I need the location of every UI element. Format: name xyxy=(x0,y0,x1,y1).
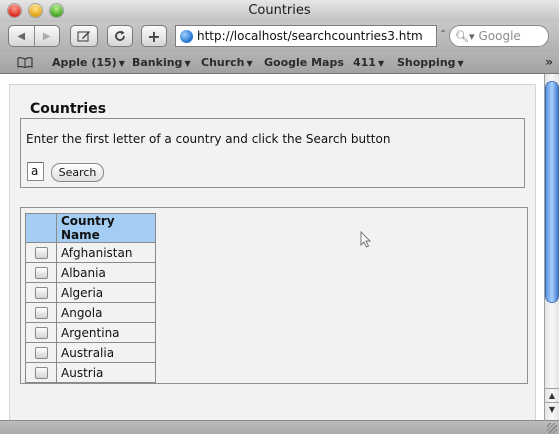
select-column-header xyxy=(25,213,57,243)
plus-icon: + xyxy=(147,26,161,46)
row-checkbox[interactable] xyxy=(34,267,48,279)
reload-button[interactable] xyxy=(107,25,133,47)
row-checkbox[interactable] xyxy=(34,327,48,339)
search-button[interactable]: Search xyxy=(51,163,104,182)
country-name-cell: Australia xyxy=(56,342,156,363)
back-button[interactable]: ◀ xyxy=(9,26,34,46)
status-bar xyxy=(0,420,559,434)
table-row: Australia xyxy=(25,342,156,363)
bookmark-banking[interactable]: Banking ▼ xyxy=(132,56,191,69)
address-history-icon[interactable]: ⌃ xyxy=(439,29,447,40)
scroll-down-icon[interactable]: ▼ xyxy=(545,402,559,416)
chevron-down-icon: ▼ xyxy=(246,59,253,68)
instruction-text: Enter the first letter of a country and … xyxy=(26,132,391,146)
bookmark-church[interactable]: Church ▼ xyxy=(201,56,253,69)
table-row: Algeria xyxy=(25,282,156,303)
table-row: Austria xyxy=(25,362,156,383)
countries-panel: Countries Enter the first letter of a co… xyxy=(9,84,536,420)
chevron-down-icon: ▼ xyxy=(457,59,464,68)
pencil-icon xyxy=(77,31,90,42)
bookmarks-bar: Apple (15) ▼ Banking ▼ Church ▼ Google Maps… xyxy=(0,52,559,74)
row-checkbox[interactable] xyxy=(34,367,48,379)
country-name-cell: Algeria xyxy=(56,282,156,303)
search-placeholder: Google xyxy=(478,29,521,43)
forward-button[interactable]: ▶ xyxy=(33,26,60,46)
row-checkbox[interactable] xyxy=(34,347,48,359)
reload-icon xyxy=(115,30,125,41)
table-header-row: Country Name xyxy=(25,213,156,243)
chevron-down-icon: ▼ xyxy=(184,59,191,68)
letter-input[interactable]: a xyxy=(27,162,44,181)
forward-arrow-icon: ▶ xyxy=(42,30,51,42)
scroll-up-icon[interactable]: ▲ xyxy=(545,388,559,402)
toolbar: ◀ ▶ + http://localhost/searchcountries3.… xyxy=(0,22,559,52)
back-forward-group: ◀ ▶ xyxy=(8,25,60,47)
chevron-down-icon: ▼ xyxy=(377,59,385,68)
vertical-scrollbar[interactable]: ▲ ▼ xyxy=(544,74,559,420)
edit-button[interactable] xyxy=(70,25,98,47)
country-name-cell: Afghanistan xyxy=(56,242,156,263)
table-row: Albania xyxy=(25,262,156,283)
google-search-field[interactable]: 🔍︎▾ Google xyxy=(449,25,549,47)
window-title: Countries xyxy=(248,3,311,18)
country-name-cell: Angola xyxy=(56,302,156,323)
countries-table: Country Name Afghanistan Albania Algeria… xyxy=(25,213,156,383)
row-checkbox[interactable] xyxy=(34,287,48,299)
browser-window: Countries ◀ ▶ + http://localhost/searchc… xyxy=(0,0,559,434)
page-title: Countries xyxy=(30,101,107,117)
bookmark-411[interactable]: 411 ▼ xyxy=(353,56,384,69)
bookmark-google-maps[interactable]: Google Maps xyxy=(264,56,344,69)
country-name-cell: Albania xyxy=(56,262,156,283)
row-checkbox[interactable] xyxy=(34,247,48,259)
address-bar[interactable]: http://localhost/searchcountries3.htm xyxy=(175,25,437,47)
bookmark-apple[interactable]: Apple (15) ▼ xyxy=(52,56,125,69)
scroll-thumb[interactable] xyxy=(546,82,558,302)
globe-icon xyxy=(180,29,193,43)
results-fieldset: Country Name Afghanistan Albania Algeria… xyxy=(20,207,528,384)
resize-grip-icon[interactable] xyxy=(547,423,557,433)
book-icon[interactable] xyxy=(17,57,33,68)
more-bookmarks-icon[interactable]: » xyxy=(545,55,553,69)
web-content: Countries Enter the first letter of a co… xyxy=(0,74,544,420)
bookmark-shopping[interactable]: Shopping ▼ xyxy=(397,56,464,69)
country-name-cell: Austria xyxy=(56,362,156,383)
chevron-down-icon: ▼ xyxy=(118,59,125,68)
table-row: Argentina xyxy=(25,322,156,343)
back-arrow-icon: ◀ xyxy=(17,30,26,42)
country-name-cell: Argentina xyxy=(56,322,156,343)
table-row: Angola xyxy=(25,302,156,323)
title-bar: Countries xyxy=(0,0,559,22)
search-icon: 🔍︎▾ xyxy=(455,29,475,43)
row-checkbox[interactable] xyxy=(34,307,48,319)
table-row: Afghanistan xyxy=(25,242,156,263)
address-text: http://localhost/searchcountries3.htm xyxy=(197,29,423,43)
add-bookmark-button[interactable]: + xyxy=(141,25,167,47)
country-name-header[interactable]: Country Name xyxy=(56,213,156,243)
search-fieldset: Enter the first letter of a country and … xyxy=(20,118,525,188)
mouse-cursor-icon xyxy=(360,231,372,248)
